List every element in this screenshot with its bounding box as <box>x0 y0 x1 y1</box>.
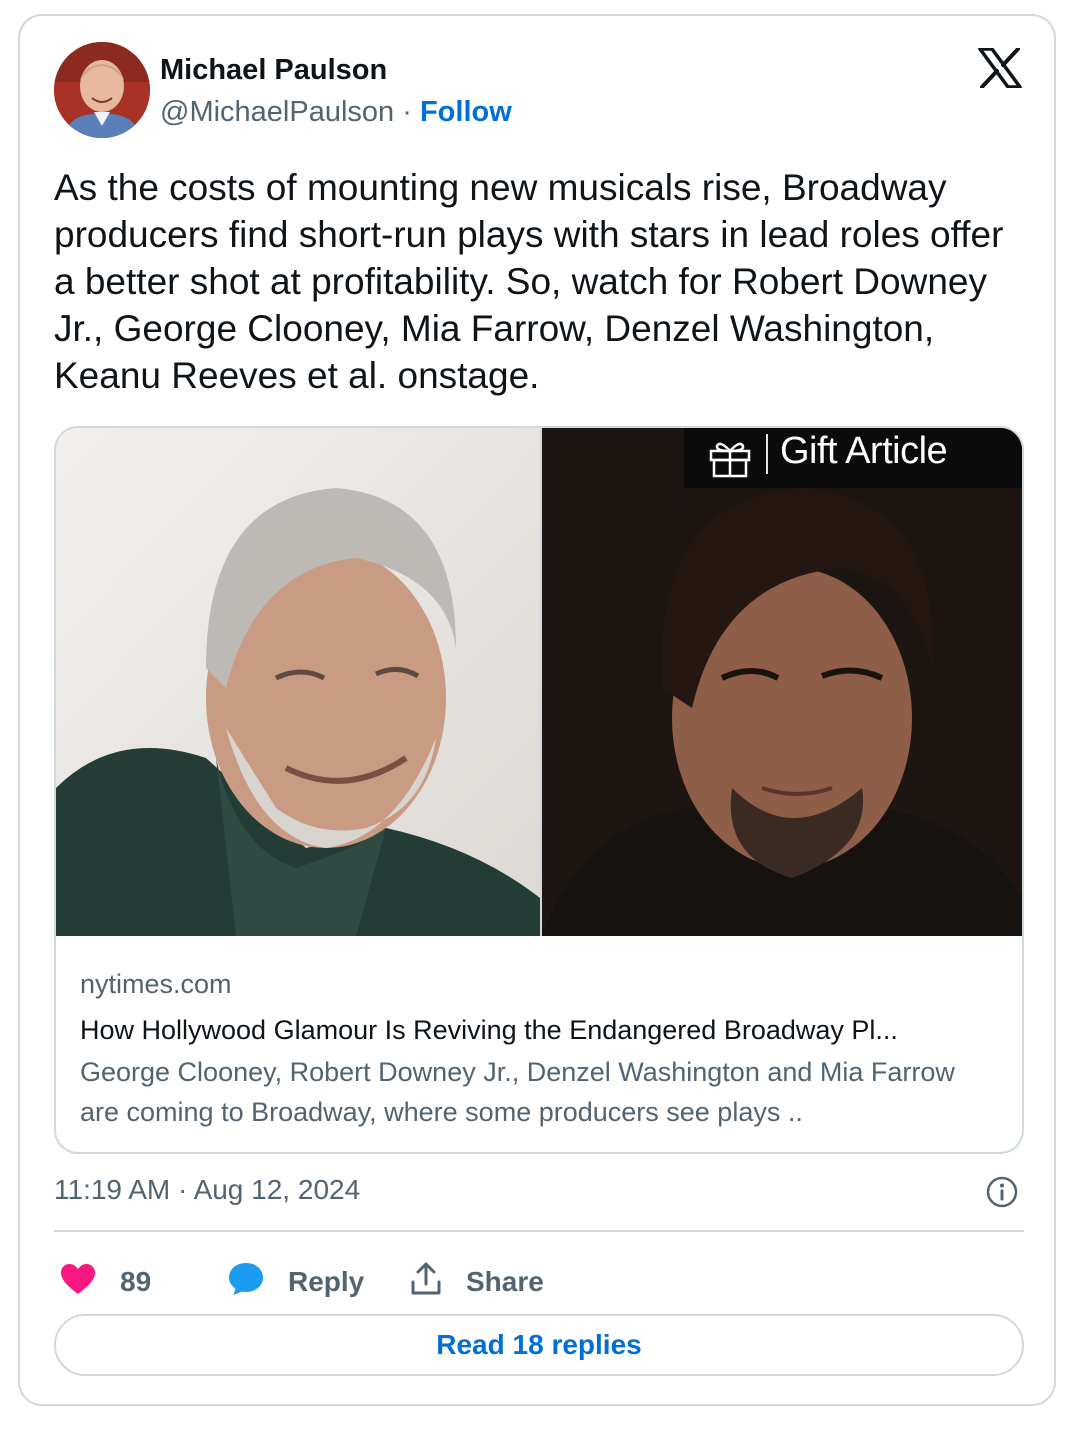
tweet-timestamp[interactable]: 11:19 AM · Aug 12, 2024 <box>54 1174 360 1206</box>
read-replies-button[interactable]: Read 18 replies <box>54 1314 1024 1376</box>
link-info: nytimes.com How Hollywood Glamour Is Rev… <box>80 964 1000 1132</box>
like-button[interactable]: 89 <box>60 1252 151 1312</box>
link-preview-card[interactable]: Gift Article nytimes.com How Hollywood G… <box>54 426 1024 1154</box>
share-button[interactable]: Share <box>410 1252 544 1312</box>
divider <box>54 1230 1024 1232</box>
x-logo-icon[interactable] <box>978 47 1022 89</box>
author-handle[interactable]: @MichaelPaulson <box>160 96 394 128</box>
gift-article-banner[interactable]: Gift Article <box>684 428 1022 488</box>
gift-separator <box>766 434 768 474</box>
tweet-text: As the costs of mounting new musicals ri… <box>54 167 1004 396</box>
link-title[interactable]: How Hollywood Glamour Is Reviving the En… <box>80 1008 1000 1052</box>
gift-article-label: Gift Article <box>780 430 948 472</box>
avatar[interactable] <box>54 42 150 138</box>
photo-robert-downey-jr <box>542 428 1022 936</box>
share-label: Share <box>466 1266 544 1297</box>
handle-separator: · <box>394 96 420 128</box>
tweet-card: Michael Paulson @MichaelPaulson · Follow… <box>18 14 1056 1406</box>
follow-button[interactable]: Follow <box>420 96 512 128</box>
article-image[interactable]: Gift Article <box>56 428 1022 936</box>
reply-bubble-icon <box>228 1262 288 1303</box>
author-handle-row: @MichaelPaulson · Follow <box>160 96 512 129</box>
author-name[interactable]: Michael Paulson <box>160 54 387 87</box>
action-bar: 89 Reply Share <box>54 1252 1024 1312</box>
gift-icon <box>708 438 752 478</box>
link-description: George Clooney, Robert Downey Jr., Denze… <box>80 1057 955 1127</box>
link-domain: nytimes.com <box>80 969 232 999</box>
reply-button[interactable]: Reply <box>228 1252 364 1312</box>
like-count: 89 <box>120 1266 152 1297</box>
share-icon <box>410 1262 466 1303</box>
reply-label: Reply <box>288 1266 365 1297</box>
info-icon[interactable] <box>986 1176 1018 1208</box>
photo-george-clooney <box>56 428 540 936</box>
heart-icon <box>60 1263 120 1302</box>
